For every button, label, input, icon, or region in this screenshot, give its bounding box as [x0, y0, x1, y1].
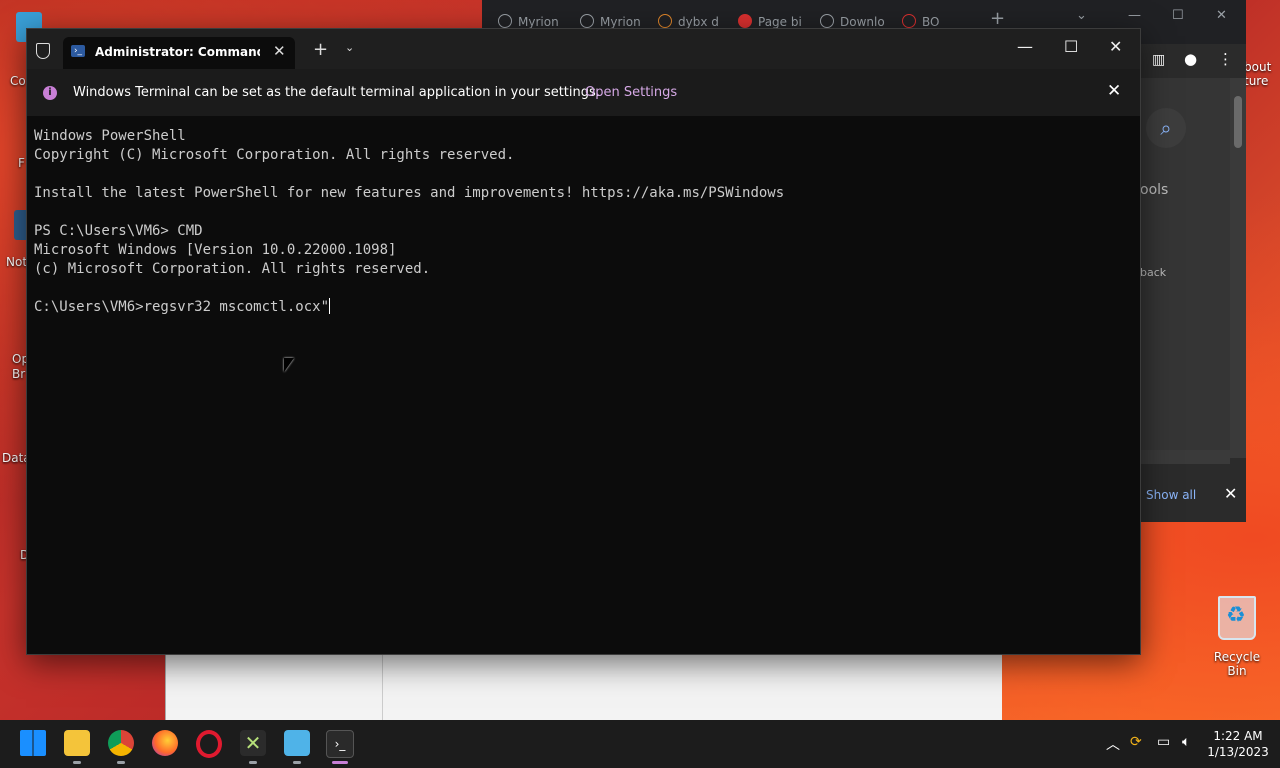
desktop-icon-label[interactable]: Co — [10, 74, 26, 88]
info-icon: i — [43, 86, 57, 100]
text-cursor — [329, 298, 331, 314]
taskbar: ✕ ›_ ︿ ⟳ ▭ 🔈︎ 1:22 AM 1/13/2023 — [0, 720, 1280, 768]
search-icon[interactable]: ⌕ — [1146, 108, 1186, 148]
clock-time: 1:22 AM — [1213, 729, 1263, 743]
open-settings-link[interactable]: Open Settings — [585, 85, 677, 100]
recycle-bin-label: Recycle Bin — [1213, 650, 1261, 678]
info-message: Windows Terminal can be set as the defau… — [73, 85, 600, 100]
console-prompt-line[interactable]: C:\Users\VM6>regsvr32 mscomctl.ocx" — [34, 298, 784, 317]
network-icon[interactable]: ▭ — [1157, 734, 1170, 750]
tab-favicon-icon — [820, 14, 834, 28]
admin-shield-icon — [36, 43, 50, 59]
maximize-icon[interactable]: ☐ — [1064, 37, 1078, 56]
console-output[interactable]: Windows PowerShell Copyright (C) Microso… — [34, 127, 784, 317]
close-icon[interactable]: ✕ — [1109, 37, 1122, 56]
browser-content-edge: ▥ ● ⋮ ⌕ ools back Show all ✕ — [1140, 44, 1246, 522]
sidebar-icon[interactable]: ▥ — [1152, 52, 1165, 68]
browser-maximize-icon[interactable]: ☐ — [1172, 8, 1184, 23]
scrollbar-thumb[interactable] — [1234, 96, 1242, 148]
page-text-fragment: ools — [1140, 182, 1169, 198]
desktop-icon-label[interactable]: F — [18, 156, 25, 170]
console-line: Windows PowerShell — [34, 128, 186, 144]
tab-title: Administrator: Command Prompt — [95, 45, 260, 59]
minimize-icon[interactable]: — — [1017, 37, 1033, 56]
running-indicator — [73, 761, 81, 764]
running-indicator — [293, 761, 301, 764]
close-info-icon[interactable]: ✕ — [1107, 81, 1121, 101]
opera-icon[interactable] — [196, 730, 222, 758]
firefox-icon[interactable] — [152, 730, 178, 756]
downloads-bar: Show all ✕ — [1140, 468, 1246, 522]
system-clock[interactable]: 1:22 AM 1/13/2023 — [1206, 728, 1270, 760]
recycle-bin[interactable]: Recycle Bin — [1206, 596, 1268, 678]
sync-icon[interactable]: ⟳ — [1130, 734, 1142, 750]
console-line: Microsoft Windows [Version 10.0.22000.10… — [34, 242, 397, 258]
pane-divider — [382, 652, 383, 720]
mouse-pointer-icon — [284, 358, 294, 372]
tab-command-prompt[interactable]: ›_ Administrator: Command Prompt ✕ — [63, 37, 295, 69]
file-explorer-icon[interactable] — [64, 730, 90, 756]
browser-toolbar: ▥ ● ⋮ — [1140, 44, 1246, 78]
running-indicator — [249, 761, 257, 764]
clock-date: 1/13/2023 — [1207, 745, 1269, 759]
close-icon[interactable]: ✕ — [1224, 484, 1237, 503]
desktop-right-label: bout — [1244, 60, 1272, 74]
new-tab-button[interactable]: + — [313, 39, 328, 60]
chevron-up-icon[interactable]: ︿ — [1106, 734, 1120, 754]
tab-favicon-icon — [498, 14, 512, 28]
desktop-icon-label[interactable]: Not — [6, 255, 27, 269]
browser-tab-search-icon[interactable]: ⌄ — [1076, 8, 1087, 23]
browser-close-icon[interactable]: ✕ — [1216, 8, 1227, 23]
profile-icon[interactable]: ● — [1184, 50, 1197, 68]
terminal-icon[interactable]: ›_ — [326, 730, 354, 758]
chevron-down-icon[interactable]: ⌄ — [345, 41, 354, 54]
terminal-window: ›_ Administrator: Command Prompt ✕ + ⌄ —… — [26, 28, 1141, 655]
browser-new-tab-icon[interactable]: + — [990, 8, 1005, 29]
console-line: PS C:\Users\VM6> CMD — [34, 223, 203, 239]
show-all-button[interactable]: Show all — [1146, 488, 1196, 502]
notepad-icon[interactable] — [284, 730, 310, 756]
recycle-bin-icon — [1218, 596, 1256, 640]
tab-favicon-icon — [658, 14, 672, 28]
info-bar: i Windows Terminal can be set as the def… — [27, 69, 1140, 116]
console-line: (c) Microsoft Corporation. All rights re… — [34, 261, 431, 277]
file-explorer-window — [165, 652, 1002, 720]
active-indicator — [332, 761, 348, 764]
horizontal-scrollbar[interactable] — [1140, 450, 1230, 464]
powershell-icon: ›_ — [71, 45, 85, 57]
console-input: C:\Users\VM6>regsvr32 mscomctl.ocx" — [34, 299, 330, 315]
tab-favicon-icon — [902, 14, 916, 28]
desktop-right-label: ture — [1244, 74, 1269, 88]
volume-icon[interactable]: 🔈︎ — [1182, 734, 1190, 750]
start-icon[interactable] — [20, 730, 46, 756]
tab-favicon-icon — [580, 14, 594, 28]
terminal-titlebar: ›_ Administrator: Command Prompt ✕ + ⌄ —… — [27, 29, 1140, 69]
browser-minimize-icon[interactable]: — — [1128, 8, 1141, 23]
console-line: Copyright (C) Microsoft Corporation. All… — [34, 147, 515, 163]
menu-icon[interactable]: ⋮ — [1218, 50, 1233, 68]
console-line: Install the latest PowerShell for new fe… — [34, 185, 785, 201]
page-text-fragment: back — [1140, 266, 1167, 279]
running-indicator — [117, 761, 125, 764]
tab-favicon-icon — [738, 14, 752, 28]
xbox-icon[interactable]: ✕ — [240, 730, 266, 756]
chrome-icon[interactable] — [108, 730, 134, 756]
tab-close-icon[interactable]: ✕ — [273, 42, 286, 60]
